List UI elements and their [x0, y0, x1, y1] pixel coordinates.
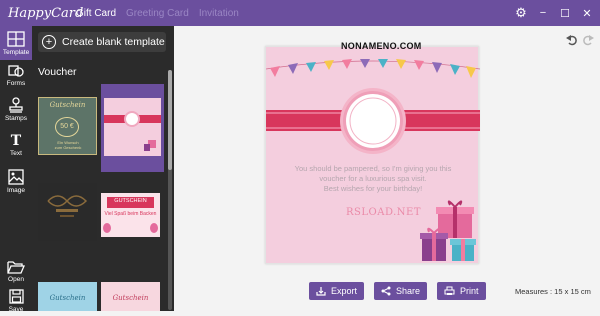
thumb-4-flower	[103, 223, 111, 233]
rail-forms-label: Forms	[6, 79, 26, 87]
template-thumb-1[interactable]: Gutschein 50 € Ein Wunsch zum Geschenk	[38, 97, 97, 155]
print-label: Print	[460, 286, 479, 296]
template-thumb-5[interactable]: Gutschein	[38, 282, 97, 311]
app-logo: HappyCard	[8, 5, 84, 21]
card-message-line-3: Best wishes for your birthday!	[323, 184, 423, 193]
gift-card-canvas[interactable]: You should be pampered, so I'm giving yo…	[265, 46, 480, 264]
printer-icon	[444, 286, 455, 295]
settings-gear-icon[interactable]: ⚙	[512, 4, 530, 22]
maximize-button[interactable]: ☐	[556, 4, 574, 22]
card-brand-text: RSLOAD.NET	[346, 207, 421, 218]
rail-image-label: Image	[6, 186, 26, 194]
text-tool-icon: T	[10, 132, 22, 149]
rail-open-label: Open	[8, 275, 24, 283]
forms-icon	[8, 64, 24, 77]
share-button[interactable]: Share	[374, 282, 428, 300]
redo-icon[interactable]	[582, 34, 594, 49]
badge-seal	[340, 88, 406, 154]
plus-icon: +	[42, 35, 56, 49]
tab-greeting-card[interactable]: Greeting Card	[126, 8, 189, 19]
create-blank-template-button[interactable]: + Create blank template	[38, 32, 166, 52]
bunting-flags	[270, 59, 476, 78]
action-bar: Export Share Print	[309, 282, 486, 300]
save-disk-icon	[8, 289, 24, 304]
rail-save-label: Save	[8, 306, 24, 313]
export-label: Export	[331, 286, 358, 296]
template-thumb-2-selected[interactable]	[101, 84, 164, 172]
template-thumb-3[interactable]	[38, 183, 97, 241]
minimize-button[interactable]: −	[534, 4, 552, 22]
thumb-1-note: Ein Wunsch zum Geschenk	[54, 140, 82, 150]
tab-gift-card[interactable]: Gift Card	[76, 8, 116, 19]
thumb-4-title: GUTSCHEIN	[114, 198, 147, 204]
card-message: You should be pampered, so I'm giving yo…	[266, 164, 480, 194]
section-title-voucher: Voucher	[38, 66, 77, 78]
rail-open[interactable]: Open	[0, 256, 32, 286]
rail-image[interactable]: Image	[0, 162, 32, 200]
thumb-1-value: 50 €	[55, 117, 79, 137]
thumb-4-flower-2	[150, 223, 158, 233]
export-button[interactable]: Export	[309, 282, 365, 300]
share-icon	[381, 286, 391, 296]
card-message-line-2: voucher for a luxurious spa visit.	[319, 174, 427, 183]
rail-save[interactable]: Save	[0, 286, 32, 316]
rail-forms[interactable]: Forms	[0, 60, 32, 90]
tab-invitation[interactable]: Invitation	[199, 8, 239, 19]
rail-text-label: Text	[10, 149, 22, 157]
card-artwork	[266, 59, 480, 261]
title-bar: HappyCard Gift Card Greeting Card Invita…	[0, 0, 600, 26]
canvas-area: You should be pampered, so I'm giving yo…	[174, 26, 600, 311]
rail-template[interactable]: Template	[0, 26, 32, 60]
watermark-text: NONAMENO.COM	[341, 41, 422, 51]
thumb-2-card	[104, 98, 161, 156]
template-thumb-4[interactable]: GUTSCHEIN Viel Spaß beim Backen	[101, 193, 160, 237]
thumb-5-title: Gutschein	[49, 294, 86, 302]
print-button[interactable]: Print	[437, 282, 486, 300]
rail-stamps-label: Stamps	[4, 114, 28, 122]
rail-template-label: Template	[2, 48, 30, 56]
measures-readout: Measures : 15 x 15 cm	[515, 287, 591, 296]
image-icon	[8, 168, 24, 185]
close-button[interactable]: ✕	[578, 4, 596, 22]
share-label: Share	[396, 286, 421, 296]
gift-boxes	[420, 200, 476, 261]
folder-open-icon	[7, 260, 25, 274]
template-grid-icon	[7, 30, 25, 47]
left-rail: Template Forms Stamps T Text Image Open …	[0, 26, 32, 313]
thumb-3-ornament	[47, 195, 88, 217]
stamp-icon	[9, 96, 23, 113]
export-icon	[316, 287, 326, 296]
thumb-1-title: Gutschein	[49, 101, 86, 109]
panel-scroll-thumb[interactable]	[168, 70, 172, 170]
template-panel: + Create blank template Voucher Gutschei…	[32, 26, 174, 311]
thumb-2-art	[104, 111, 161, 151]
template-thumb-6[interactable]: Gutschein	[101, 282, 160, 311]
thumb-4-sub: Viel Spaß beim Backen	[104, 211, 157, 217]
thumb-6-title: Gutschein	[112, 294, 149, 302]
rail-text[interactable]: T Text	[0, 128, 32, 162]
panel-scrollbar[interactable]	[168, 70, 172, 310]
card-message-line-1: You should be pampered, so I'm giving yo…	[294, 164, 452, 173]
rail-stamps[interactable]: Stamps	[0, 90, 32, 128]
create-blank-template-label: Create blank template	[62, 36, 165, 48]
undo-icon[interactable]	[566, 34, 578, 49]
